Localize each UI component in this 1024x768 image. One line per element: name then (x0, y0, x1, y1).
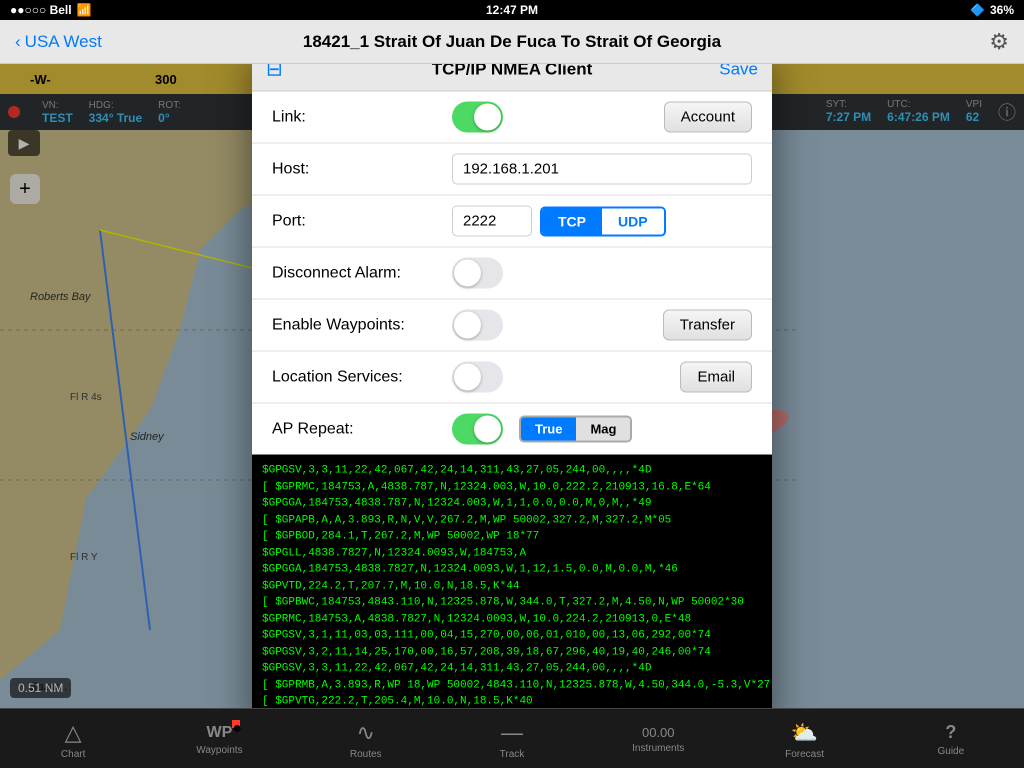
status-time: 12:47 PM (486, 3, 538, 17)
modal-body: Link: Account Host: (252, 92, 772, 709)
disconnect-alarm-row: Disconnect Alarm: (252, 248, 772, 300)
waypoints-icon: WP (207, 724, 233, 741)
routes-icon: ∿ (356, 720, 374, 746)
host-control (452, 154, 752, 185)
waypoints-label: Enable Waypoints: (272, 316, 452, 334)
wifi-icon: 📶 (77, 3, 92, 17)
track-icon: — (501, 720, 523, 746)
carrier-label: ●●○○○ Bell (10, 3, 72, 17)
save-button[interactable]: Save (719, 64, 758, 79)
host-input[interactable] (452, 154, 752, 185)
modal-title: TCP/IP NMEA Client (432, 64, 593, 79)
guide-icon: ? (945, 722, 956, 743)
host-label: Host: (272, 160, 452, 178)
port-row: Port: TCP UDP (252, 196, 772, 248)
true-mag-control: True Mag (519, 416, 632, 443)
link-label: Link: (272, 108, 452, 126)
link-control: Account (452, 102, 752, 133)
waypoints-control: Transfer (452, 310, 752, 341)
forecast-icon: ⛅ (791, 720, 818, 746)
instruments-icon: 00.00 (642, 725, 675, 740)
udp-button[interactable]: UDP (602, 208, 664, 234)
routes-label: Routes (350, 749, 382, 760)
back-label: USA West (25, 32, 102, 52)
waypoints-dot: ● (232, 720, 240, 728)
status-bar: ●●○○○ Bell 📶 12:47 PM 🔷 36% (0, 0, 1024, 20)
guide-label: Guide (937, 746, 964, 757)
status-left: ●●○○○ Bell 📶 (10, 3, 92, 17)
modal: ⊟ TCP/IP NMEA Client Save Link: Account (252, 64, 772, 708)
email-button[interactable]: Email (680, 362, 752, 393)
tab-instruments[interactable]: 00.00 Instruments (585, 719, 731, 758)
tab-waypoints[interactable]: WP ● Waypoints (146, 718, 292, 760)
tab-chart[interactable]: △ Chart (0, 714, 146, 764)
waypoints-toggle[interactable] (452, 310, 503, 341)
transfer-button[interactable]: Transfer (663, 310, 752, 341)
track-label: Track (500, 749, 525, 760)
tab-forecast[interactable]: ⛅ Forecast (731, 714, 877, 764)
location-services-control: Email (452, 362, 752, 393)
tcp-udp-control: TCP UDP (540, 206, 666, 236)
host-row: Host: (252, 144, 772, 196)
battery-label: 36% (990, 3, 1014, 17)
status-right: 🔷 36% (970, 3, 1014, 17)
port-control: TCP UDP (452, 206, 752, 237)
bluetooth-icon: 🔷 (970, 3, 985, 17)
link-row: Link: Account (252, 92, 772, 144)
back-button[interactable]: ‹ USA West (15, 32, 102, 52)
forecast-label: Forecast (785, 749, 824, 760)
chart-icon: △ (65, 720, 82, 746)
modal-overlay[interactable]: ⊟ TCP/IP NMEA Client Save Link: Account (0, 64, 1024, 708)
disconnect-alarm-toggle[interactable] (452, 258, 503, 289)
nav-title: 18421_1 Strait Of Juan De Fuca To Strait… (303, 32, 721, 52)
tab-routes[interactable]: ∿ Routes (293, 714, 439, 764)
nav-bar: ‹ USA West 18421_1 Strait Of Juan De Fuc… (0, 20, 1024, 64)
link-toggle[interactable] (452, 102, 503, 133)
chart-label: Chart (61, 749, 85, 760)
nmea-terminal[interactable]: $GPGSV,3,3,11,22,42,067,42,24,14,311,43,… (252, 455, 772, 709)
tcp-button[interactable]: TCP (542, 208, 602, 234)
ap-repeat-row: AP Repeat: True Mag (252, 404, 772, 455)
location-services-row: Location Services: Email (252, 352, 772, 404)
map-area[interactable]: -W- 300 330 -N- 030 060 VN: TEST HDG: 33… (0, 64, 1024, 708)
location-services-label: Location Services: (272, 368, 452, 386)
true-button[interactable]: True (521, 418, 576, 441)
port-input[interactable] (452, 206, 532, 237)
tab-bar: △ Chart WP ● Waypoints ∿ Routes — Track … (0, 708, 1024, 768)
waypoints-label: Waypoints (196, 745, 242, 756)
port-label: Port: (272, 212, 452, 230)
instruments-label: Instruments (632, 743, 684, 754)
ap-repeat-control: True Mag (452, 414, 752, 445)
disconnect-alarm-control (452, 258, 752, 289)
ap-repeat-label: AP Repeat: (272, 420, 452, 438)
waypoints-row: Enable Waypoints: Transfer (252, 300, 772, 352)
mag-button[interactable]: Mag (576, 418, 630, 441)
book-icon[interactable]: ⊟ (266, 64, 283, 82)
tab-guide[interactable]: ? Guide (878, 716, 1024, 761)
ap-repeat-toggle[interactable] (452, 414, 503, 445)
tab-track[interactable]: — Track (439, 714, 585, 764)
location-services-toggle[interactable] (452, 362, 503, 393)
account-button[interactable]: Account (664, 102, 752, 133)
modal-header: ⊟ TCP/IP NMEA Client Save (252, 64, 772, 92)
gear-icon[interactable]: ⚙ (989, 29, 1009, 55)
chevron-left-icon: ‹ (15, 32, 21, 52)
disconnect-alarm-label: Disconnect Alarm: (272, 264, 452, 282)
